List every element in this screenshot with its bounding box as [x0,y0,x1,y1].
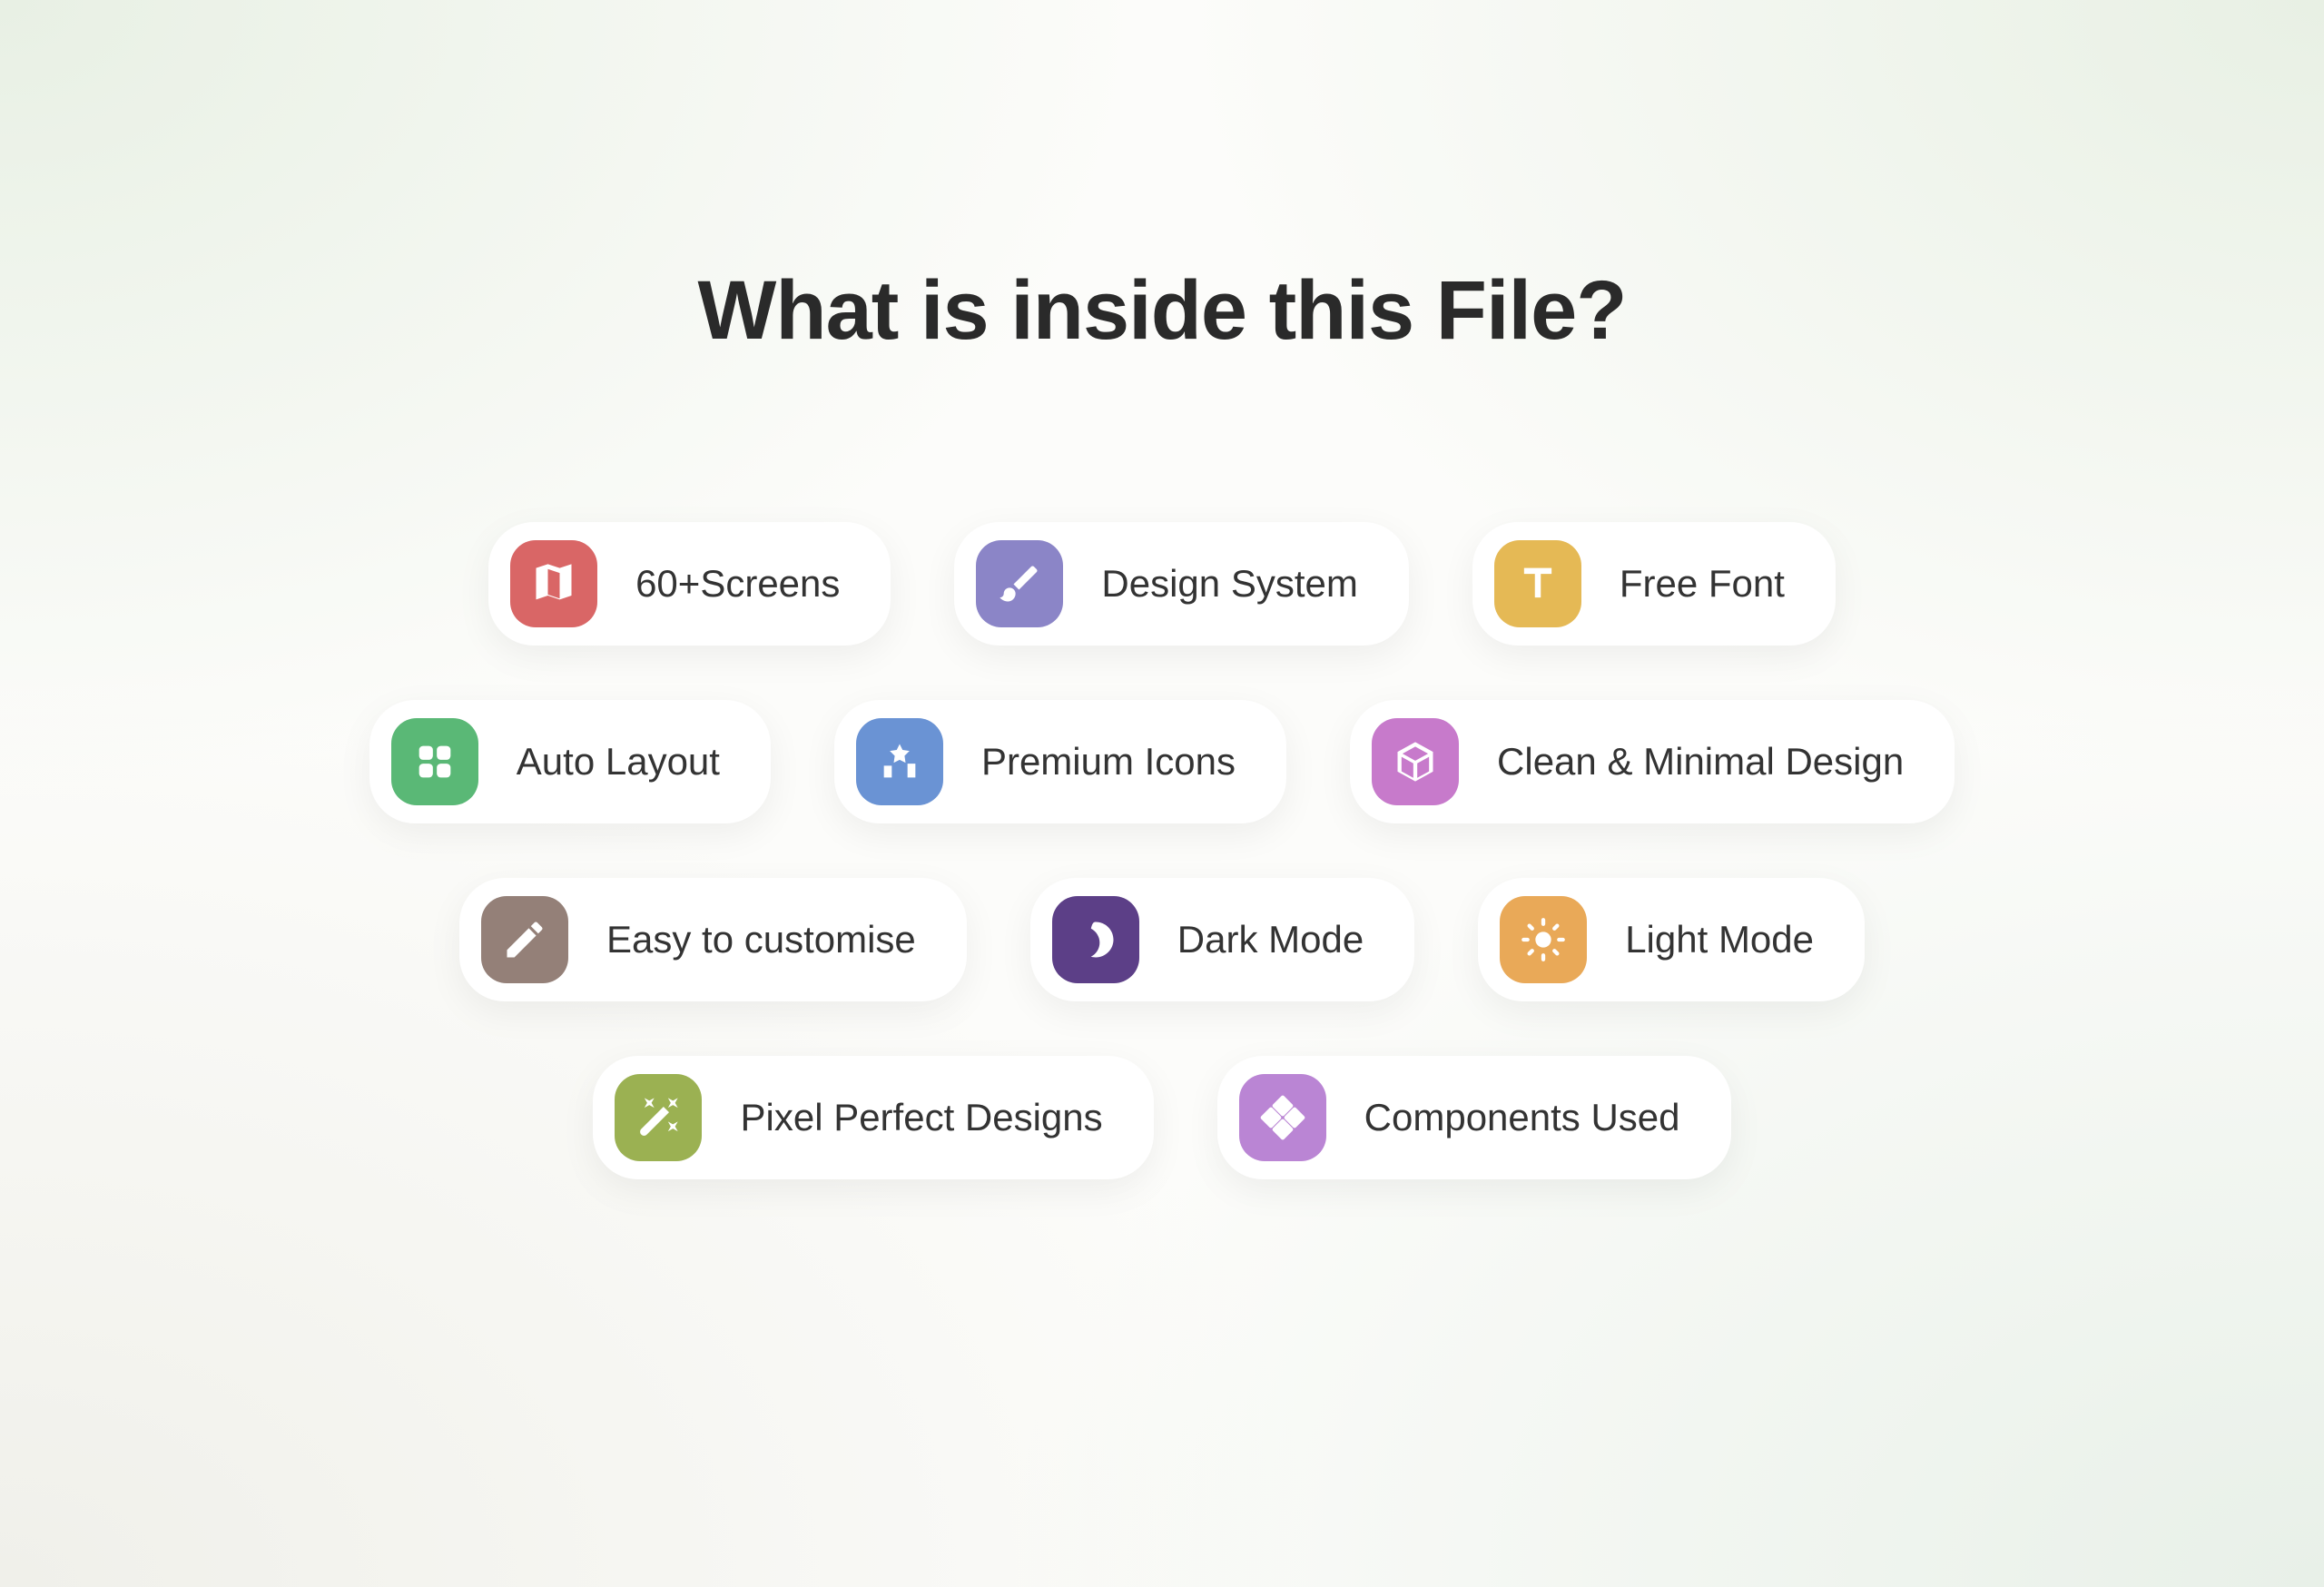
feature-clean-design: Clean & Minimal Design [1350,700,1955,823]
feature-label: 60+Screens [635,562,840,606]
feature-label: Design System [1101,562,1357,606]
map-icon [510,540,597,627]
feature-free-font: Free Font [1472,522,1836,646]
page-title: What is inside this File? [698,263,1627,359]
grid-icon [391,718,478,805]
feature-label: Components Used [1364,1096,1680,1139]
feature-row-1: 60+Screens Design System Free Font [488,522,1836,646]
features-container: 60+Screens Design System Free Font Auto … [369,522,1955,1179]
feature-label: Pixel Perfect Designs [740,1096,1102,1139]
brush-icon [976,540,1063,627]
media-icon [856,718,943,805]
feature-auto-layout: Auto Layout [369,700,771,823]
feature-light-mode: Light Mode [1478,878,1865,1001]
feature-label: Free Font [1620,562,1785,606]
feature-label: Light Mode [1625,918,1814,961]
feature-label: Dark Mode [1177,918,1364,961]
feature-label: Clean & Minimal Design [1497,740,1904,784]
feature-label: Auto Layout [517,740,720,784]
feature-row-3: Easy to customise Dark Mode Light Mode [459,878,1865,1001]
feature-label: Premium Icons [981,740,1236,784]
feature-components: Components Used [1217,1056,1731,1179]
feature-premium-icons: Premium Icons [834,700,1286,823]
sun-icon [1500,896,1587,983]
cube-icon [1372,718,1459,805]
diamond-icon [1239,1074,1326,1161]
edit-icon [481,896,568,983]
feature-design-system: Design System [954,522,1408,646]
moon-icon [1052,896,1139,983]
text-icon [1494,540,1581,627]
magic-icon [615,1074,702,1161]
feature-row-2: Auto Layout Premium Icons Clean & Minima… [369,700,1955,823]
feature-pixel-perfect: Pixel Perfect Designs [593,1056,1153,1179]
feature-row-4: Pixel Perfect Designs Components Used [593,1056,1730,1179]
feature-dark-mode: Dark Mode [1030,878,1414,1001]
feature-easy-customise: Easy to customise [459,878,967,1001]
feature-screens: 60+Screens [488,522,891,646]
feature-label: Easy to customise [606,918,916,961]
